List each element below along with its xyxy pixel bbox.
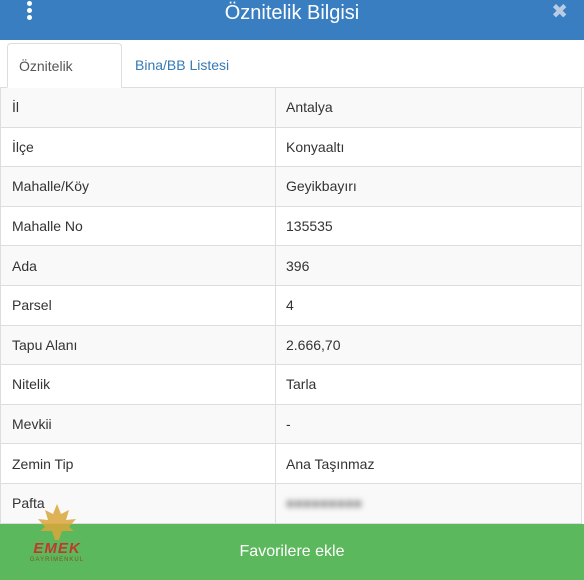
attribute-label: Parsel	[1, 285, 276, 325]
tab-bar: Öznitelik Bilgisi Bina/BB Listesi	[0, 40, 584, 119]
modal-header: Öznitelik Bilgisi ✖	[0, 0, 584, 40]
attribute-label: Zemin Tip	[1, 444, 276, 483]
maple-leaf-icon	[38, 504, 76, 540]
attribute-value: 2.666,70	[286, 336, 341, 353]
attribute-value: -	[286, 416, 291, 433]
emek-logo: EMEK GAYRİMENKUL	[24, 502, 90, 566]
table-row: İl Antalya	[1, 88, 581, 128]
attribute-table: İl Antalya İlçe Konyaaltı Mahalle/Köy Ge…	[0, 88, 582, 524]
attribute-value: 135535	[286, 218, 333, 235]
attribute-label: Mahalle No	[1, 206, 276, 246]
logo-subtitle: GAYRİMENKUL	[29, 557, 85, 563]
attribute-label: Ada	[1, 246, 276, 285]
attribute-value: 4	[286, 297, 294, 314]
table-row: Mevkii -	[1, 404, 581, 445]
table-row: Mahalle No 135535	[1, 206, 581, 247]
attribute-value: Ana Taşınmaz	[286, 455, 375, 472]
table-row: İlçe Konyaaltı	[1, 127, 581, 168]
attribute-label: Tapu Alanı	[1, 325, 276, 365]
attribute-label: İlçe	[1, 127, 276, 167]
table-row: Parsel 4	[1, 285, 581, 326]
attribute-label: Mahalle/Köy	[1, 167, 276, 206]
attribute-label: İl	[1, 88, 276, 127]
modal-title: Öznitelik Bilgisi	[224, 2, 360, 24]
attribute-label: Nitelik	[1, 365, 276, 404]
table-row: Tapu Alanı 2.666,70	[1, 325, 581, 366]
tab-oznitelik-bilgisi[interactable]: Öznitelik Bilgisi	[7, 43, 122, 119]
attribute-value: Konyaaltı	[286, 138, 345, 155]
blurred-value: ■■■■■■■■■	[286, 495, 363, 512]
tab-bina-bb-listesi[interactable]: Bina/BB Listesi	[124, 43, 240, 88]
table-row: Ada 396	[1, 246, 581, 286]
attribute-value: 396	[286, 257, 310, 274]
attribute-value: Geyikbayırı	[286, 178, 357, 195]
table-row: Zemin Tip Ana Taşınmaz	[1, 444, 581, 484]
table-row: Mahalle/Köy Geyikbayırı	[1, 167, 581, 207]
logo-wordmark: EMEK	[33, 540, 81, 557]
close-icon[interactable]: ✖	[551, 0, 568, 24]
attribute-label: Mevkii	[1, 404, 276, 444]
attribute-value: Tarla	[286, 376, 317, 393]
attribute-value: ■■■■■■■■■	[276, 484, 581, 523]
attribute-value: Antalya	[286, 99, 333, 116]
table-row: Nitelik Tarla	[1, 365, 581, 405]
